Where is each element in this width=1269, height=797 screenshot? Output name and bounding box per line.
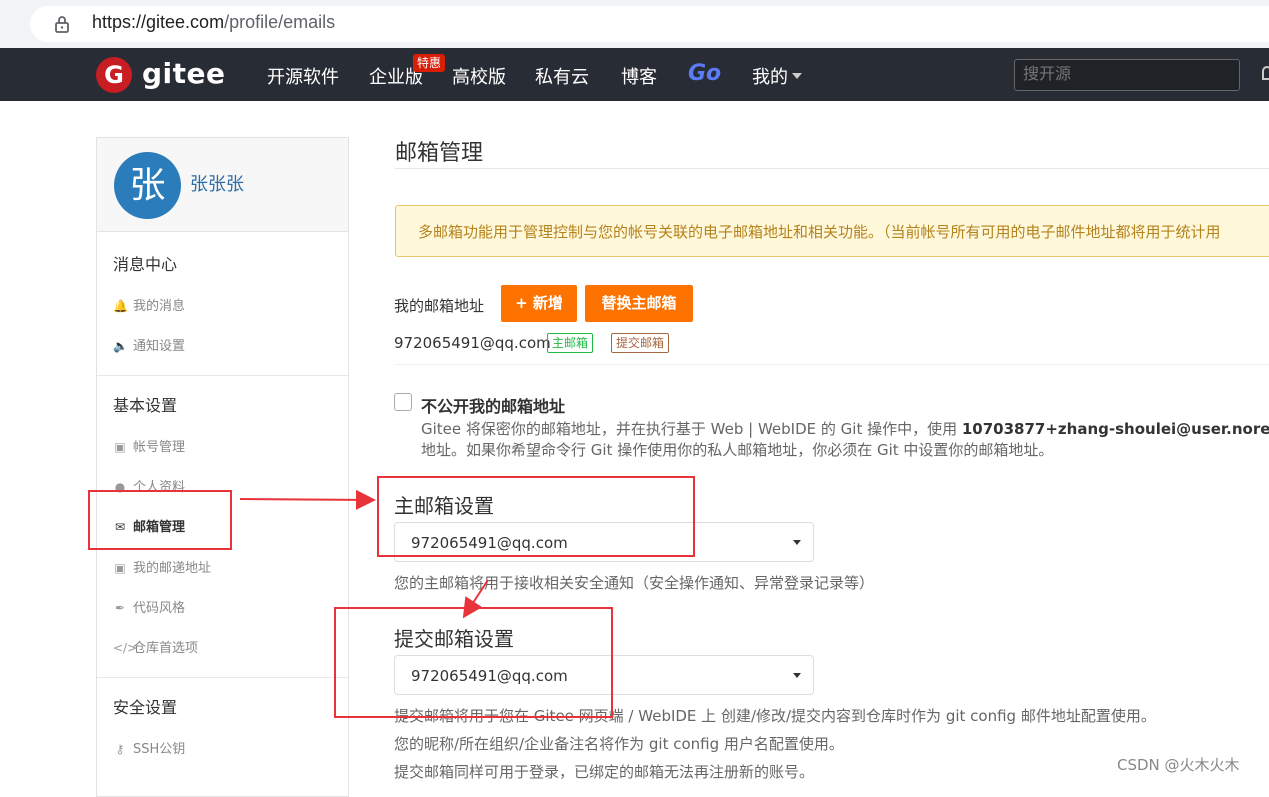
arrow-to-primary (239, 489, 376, 510)
watermark: CSDN @火木火木 (1117, 756, 1240, 774)
annotation-arrows (239, 489, 489, 619)
arrow-to-commit (462, 579, 489, 619)
